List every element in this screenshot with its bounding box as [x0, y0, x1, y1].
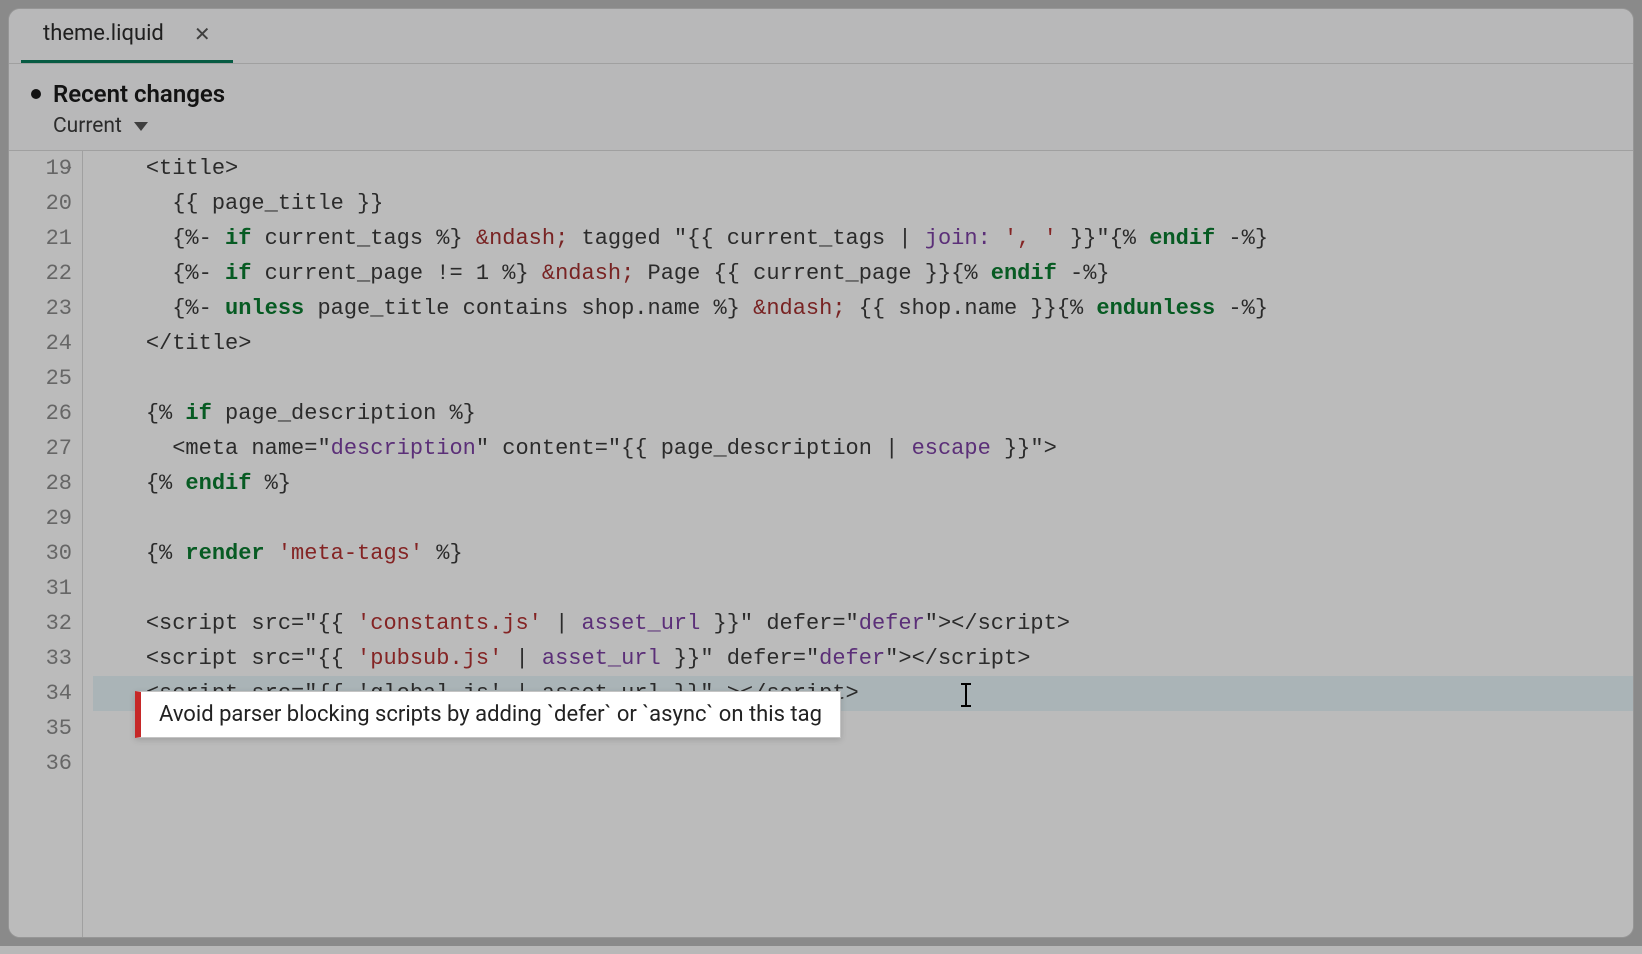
text-cursor-icon	[959, 683, 973, 707]
code-line[interactable]: {% endif %}	[93, 466, 1633, 501]
line-number: 31	[9, 571, 72, 606]
code-area[interactable]: <title> {{ page_title }} {%- if current_…	[83, 151, 1633, 937]
tab-bar: theme.liquid ✕	[9, 9, 1633, 63]
code-editor[interactable]: 19⌄ 20 21 22 23 24 25 26 27 28 29 30 31 …	[9, 151, 1633, 937]
tab-theme-liquid[interactable]: theme.liquid ✕	[21, 8, 233, 63]
unsaved-dot-icon	[31, 89, 41, 99]
code-line[interactable]	[93, 361, 1633, 396]
line-number: 27	[9, 431, 72, 466]
code-line[interactable]: {% if page_description %}	[93, 396, 1633, 431]
line-number: 24	[9, 326, 72, 361]
code-line[interactable]	[93, 501, 1633, 536]
version-selector[interactable]: Current	[53, 114, 1611, 138]
fold-chevron-icon[interactable]: ⌄	[63, 151, 74, 184]
lint-tooltip: Avoid parser blocking scripts by adding …	[135, 691, 841, 738]
line-gutter: 19⌄ 20 21 22 23 24 25 26 27 28 29 30 31 …	[9, 151, 83, 937]
code-line[interactable]	[93, 571, 1633, 606]
line-number: 32	[9, 606, 72, 641]
line-number: 20	[9, 186, 72, 221]
code-line[interactable]: <script src="{{ 'pubsub.js' | asset_url …	[93, 641, 1633, 676]
version-label: Current	[53, 114, 122, 138]
line-number: 26	[9, 396, 72, 431]
changes-header: Recent changes Current	[9, 63, 1633, 151]
line-number: 21	[9, 221, 72, 256]
recent-changes-label: Recent changes	[53, 80, 225, 108]
code-line[interactable]: {% render 'meta-tags' %}	[93, 536, 1633, 571]
code-line[interactable]: <title>	[93, 151, 1633, 186]
line-number: 36	[9, 746, 72, 781]
code-line[interactable]: {{ page_title }}	[93, 186, 1633, 221]
code-line[interactable]: {%- if current_tags %} &ndash; tagged "{…	[93, 221, 1633, 256]
editor-window: theme.liquid ✕ Recent changes Current 19…	[8, 8, 1634, 938]
line-number: 19⌄	[9, 151, 72, 186]
code-line[interactable]: {%- unless page_title contains shop.name…	[93, 291, 1633, 326]
code-line[interactable]	[93, 746, 1633, 781]
line-number: 29	[9, 501, 72, 536]
code-line[interactable]: <meta name="description" content="{{ pag…	[93, 431, 1633, 466]
line-number: 23	[9, 291, 72, 326]
line-number: 28	[9, 466, 72, 501]
close-icon[interactable]: ✕	[194, 22, 211, 46]
chevron-down-icon	[134, 122, 148, 131]
code-line[interactable]: </title>	[93, 326, 1633, 361]
line-number: 34	[9, 676, 72, 711]
code-line[interactable]: <script src="{{ 'constants.js' | asset_u…	[93, 606, 1633, 641]
line-number: 30	[9, 536, 72, 571]
line-number: 33	[9, 641, 72, 676]
code-line[interactable]: {%- if current_page != 1 %} &ndash; Page…	[93, 256, 1633, 291]
line-number: 25	[9, 361, 72, 396]
line-number: 35	[9, 711, 72, 746]
line-number: 22	[9, 256, 72, 291]
recent-changes-row: Recent changes	[31, 80, 1611, 108]
tab-label: theme.liquid	[43, 21, 164, 46]
